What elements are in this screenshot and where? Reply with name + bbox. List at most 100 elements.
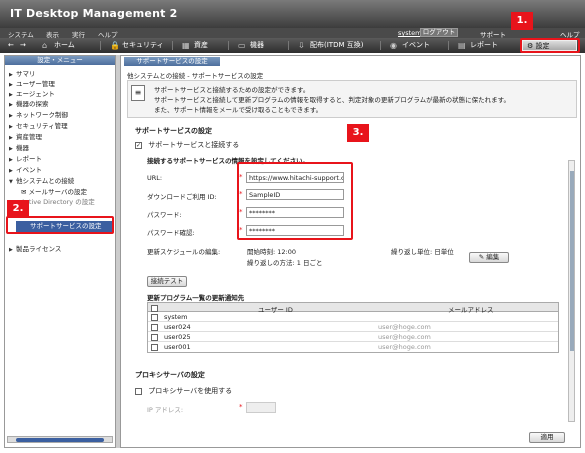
mail-icon: ✉ xyxy=(21,188,29,196)
sidebar-item-reports[interactable]: ▶ レポート xyxy=(9,154,42,164)
row-email: user@hoge.com xyxy=(378,323,431,331)
row-user-id: system xyxy=(164,313,188,321)
connect-checkbox-row[interactable]: ✓ サポートサービスと接続する xyxy=(135,140,239,150)
url-label: URL: xyxy=(147,174,163,182)
expand-triangle-icon: ▶ xyxy=(9,168,13,174)
nav-distribution[interactable]: ⇩ 配布(ITDM 互換) xyxy=(296,40,363,51)
nav-security[interactable]: 🔒 セキュリティ xyxy=(108,40,164,51)
proxy-checkbox-label: プロキシサーバを使用する xyxy=(148,387,233,395)
row-checkbox[interactable] xyxy=(151,344,158,351)
info-box: ≡ サポートサービスと接続するための設定ができます。 サポートサービスと接続して… xyxy=(127,80,577,118)
sidebar-sub-active-directory[interactable]: Active Directory の設定 xyxy=(21,197,95,207)
nav-assets[interactable]: ▦ 資産 xyxy=(180,40,208,51)
row-checkbox[interactable] xyxy=(151,334,158,341)
row-email: user@hoge.com xyxy=(378,333,431,341)
sidebar-item-license[interactable]: ▶ 製品ライセンス xyxy=(9,244,61,254)
select-all-checkbox[interactable] xyxy=(151,305,158,312)
expand-triangle-icon: ▶ xyxy=(9,157,13,163)
sidebar-scrollbar[interactable] xyxy=(7,436,113,443)
device-icon: ▭ xyxy=(238,41,246,50)
password-label: パスワード: xyxy=(147,211,182,219)
row-user-id: user024 xyxy=(164,323,191,331)
logout-button[interactable]: ログアウト xyxy=(420,28,458,37)
expand-triangle-icon: ▶ xyxy=(9,247,13,253)
nav-home[interactable]: ⌂ ホーム xyxy=(40,40,75,51)
nav-events[interactable]: ◉ イベント xyxy=(388,40,430,51)
schedule-start: 開始時刻: 12:00 xyxy=(247,248,296,256)
scroll-thumb[interactable] xyxy=(570,171,574,351)
sidebar-item-users[interactable]: ▶ ユーザー管理 xyxy=(9,79,55,89)
section-title-support: サポートサービスの設定 xyxy=(135,127,212,135)
expand-triangle-icon: ▶ xyxy=(9,102,13,108)
notify-table: ユーザー ID メールアドレス system user024 user@hoge… xyxy=(147,302,559,353)
nav-reports[interactable]: ▤ レポート xyxy=(456,40,498,51)
table-row[interactable]: user025 user@hoge.com xyxy=(148,332,558,342)
asset-icon: ▦ xyxy=(182,41,190,50)
callout-box-3 xyxy=(237,162,353,240)
breadcrumb: 他システムとの接続 - サポートサービスの設定 xyxy=(127,72,264,80)
info-line: サポートサービスと接続して更新プログラムの情報を取得すると、判定対象の更新プログ… xyxy=(154,96,511,104)
sidebar-item-discovery[interactable]: ▶ 機器の探索 xyxy=(9,99,49,109)
report-icon: ▤ xyxy=(458,41,466,50)
schedule-label: 更新スケジュールの編集: xyxy=(147,248,221,256)
sidebar-item-assets[interactable]: ▶ 資産管理 xyxy=(9,132,42,142)
sidebar: 設定・メニュー ▶ サマリ ▶ ユーザー管理 ▶ エージェント ▶ 機器の探索 ▶ ネット… xyxy=(4,55,116,448)
apply-button[interactable]: 適用 xyxy=(529,432,565,443)
collapse-triangle-icon: ▼ xyxy=(9,179,13,185)
required-mark: * xyxy=(239,403,243,411)
back-arrow-icon[interactable]: ← xyxy=(8,40,14,51)
expand-triangle-icon: ▶ xyxy=(9,124,13,130)
expand-triangle-icon: ▶ xyxy=(9,113,13,119)
info-line: また、サポート情報をメールで受け取ることもできます。 xyxy=(154,106,323,114)
scroll-thumb[interactable] xyxy=(16,438,104,442)
sidebar-item-events[interactable]: ▶ イベント xyxy=(9,165,42,175)
password-confirm-label: パスワード確認: xyxy=(147,229,195,237)
schedule-repeat-unit: 繰り返し単位: 日単位 xyxy=(391,248,454,256)
edit-schedule-button[interactable]: ✎ 編集 xyxy=(469,252,509,263)
schedule-repeat-method: 繰り返しの方法: 1 日ごと xyxy=(247,259,323,267)
table-row[interactable]: user001 user@hoge.com xyxy=(148,342,558,352)
proxy-checkbox-row[interactable]: プロキシサーバを使用する xyxy=(135,386,232,396)
table-row[interactable]: user024 user@hoge.com xyxy=(148,322,558,332)
sidebar-sub-mail-server[interactable]: ✉ メールサーバの設定 xyxy=(21,187,87,197)
nav-devices[interactable]: ▭ 機器 xyxy=(236,40,264,51)
sidebar-item-other-systems[interactable]: ▼ 他システムとの接続 xyxy=(9,176,74,186)
proxy-ip-label: IP アドレス: xyxy=(147,406,184,414)
sidebar-item-devices[interactable]: ▶ 機器 xyxy=(9,143,29,153)
callout-box-1 xyxy=(520,38,580,53)
tab-support-service[interactable]: サポートサービスの設定 xyxy=(124,57,220,66)
app-title: IT Desktop Management 2 xyxy=(10,7,178,20)
sidebar-item-agent[interactable]: ▶ エージェント xyxy=(9,89,55,99)
user-link[interactable]: system xyxy=(398,29,422,37)
forward-arrow-icon[interactable]: → xyxy=(20,40,26,51)
main-scrollbar[interactable] xyxy=(568,160,575,422)
event-icon: ◉ xyxy=(390,41,397,50)
connection-test-button[interactable]: 接続テスト xyxy=(147,276,187,287)
title-bar: IT Desktop Management 2 xyxy=(0,0,585,28)
table-row[interactable]: system xyxy=(148,312,558,322)
proxy-ip-field[interactable] xyxy=(246,402,276,413)
callout-box-2 xyxy=(6,216,114,234)
section-title-proxy: プロキシサーバの設定 xyxy=(135,371,205,379)
download-id-label: ダウンロードご利用 ID: xyxy=(147,193,217,201)
menu-bar: システム 表示 実行 ヘルプ system ログアウト サポート ヘルプ xyxy=(0,28,585,39)
table-header: ユーザー ID メールアドレス xyxy=(148,303,558,314)
row-checkbox[interactable] xyxy=(151,314,158,321)
callout-label-2: 2. xyxy=(7,200,29,218)
connect-checkbox[interactable]: ✓ xyxy=(135,141,142,149)
document-icon: ≡ xyxy=(131,85,145,101)
connect-checkbox-label: サポートサービスと接続する xyxy=(148,141,240,149)
row-user-id: user025 xyxy=(164,333,191,341)
sidebar-item-summary[interactable]: ▶ サマリ xyxy=(9,69,36,79)
expand-triangle-icon: ▶ xyxy=(9,146,13,152)
nav-bar: ← → ⌂ ホーム 🔒 セキュリティ ▦ 資産 ▭ 機器 ⇩ 配布(ITDM 互換) ◉ イ… xyxy=(0,38,585,53)
row-email: user@hoge.com xyxy=(378,343,431,351)
main-panel: サポートサービスの設定 他システムとの接続 - サポートサービスの設定 ≡ サポ… xyxy=(120,55,581,448)
sidebar-item-security[interactable]: ▶ セキュリティ管理 xyxy=(9,121,68,131)
sidebar-item-network[interactable]: ▶ ネットワーク制御 xyxy=(9,110,68,120)
home-icon: ⌂ xyxy=(42,41,48,50)
row-checkbox[interactable] xyxy=(151,324,158,331)
expand-triangle-icon: ▶ xyxy=(9,135,13,141)
proxy-checkbox[interactable] xyxy=(135,387,142,395)
notify-title: 更新プログラム一覧の更新通知先 xyxy=(147,294,245,302)
